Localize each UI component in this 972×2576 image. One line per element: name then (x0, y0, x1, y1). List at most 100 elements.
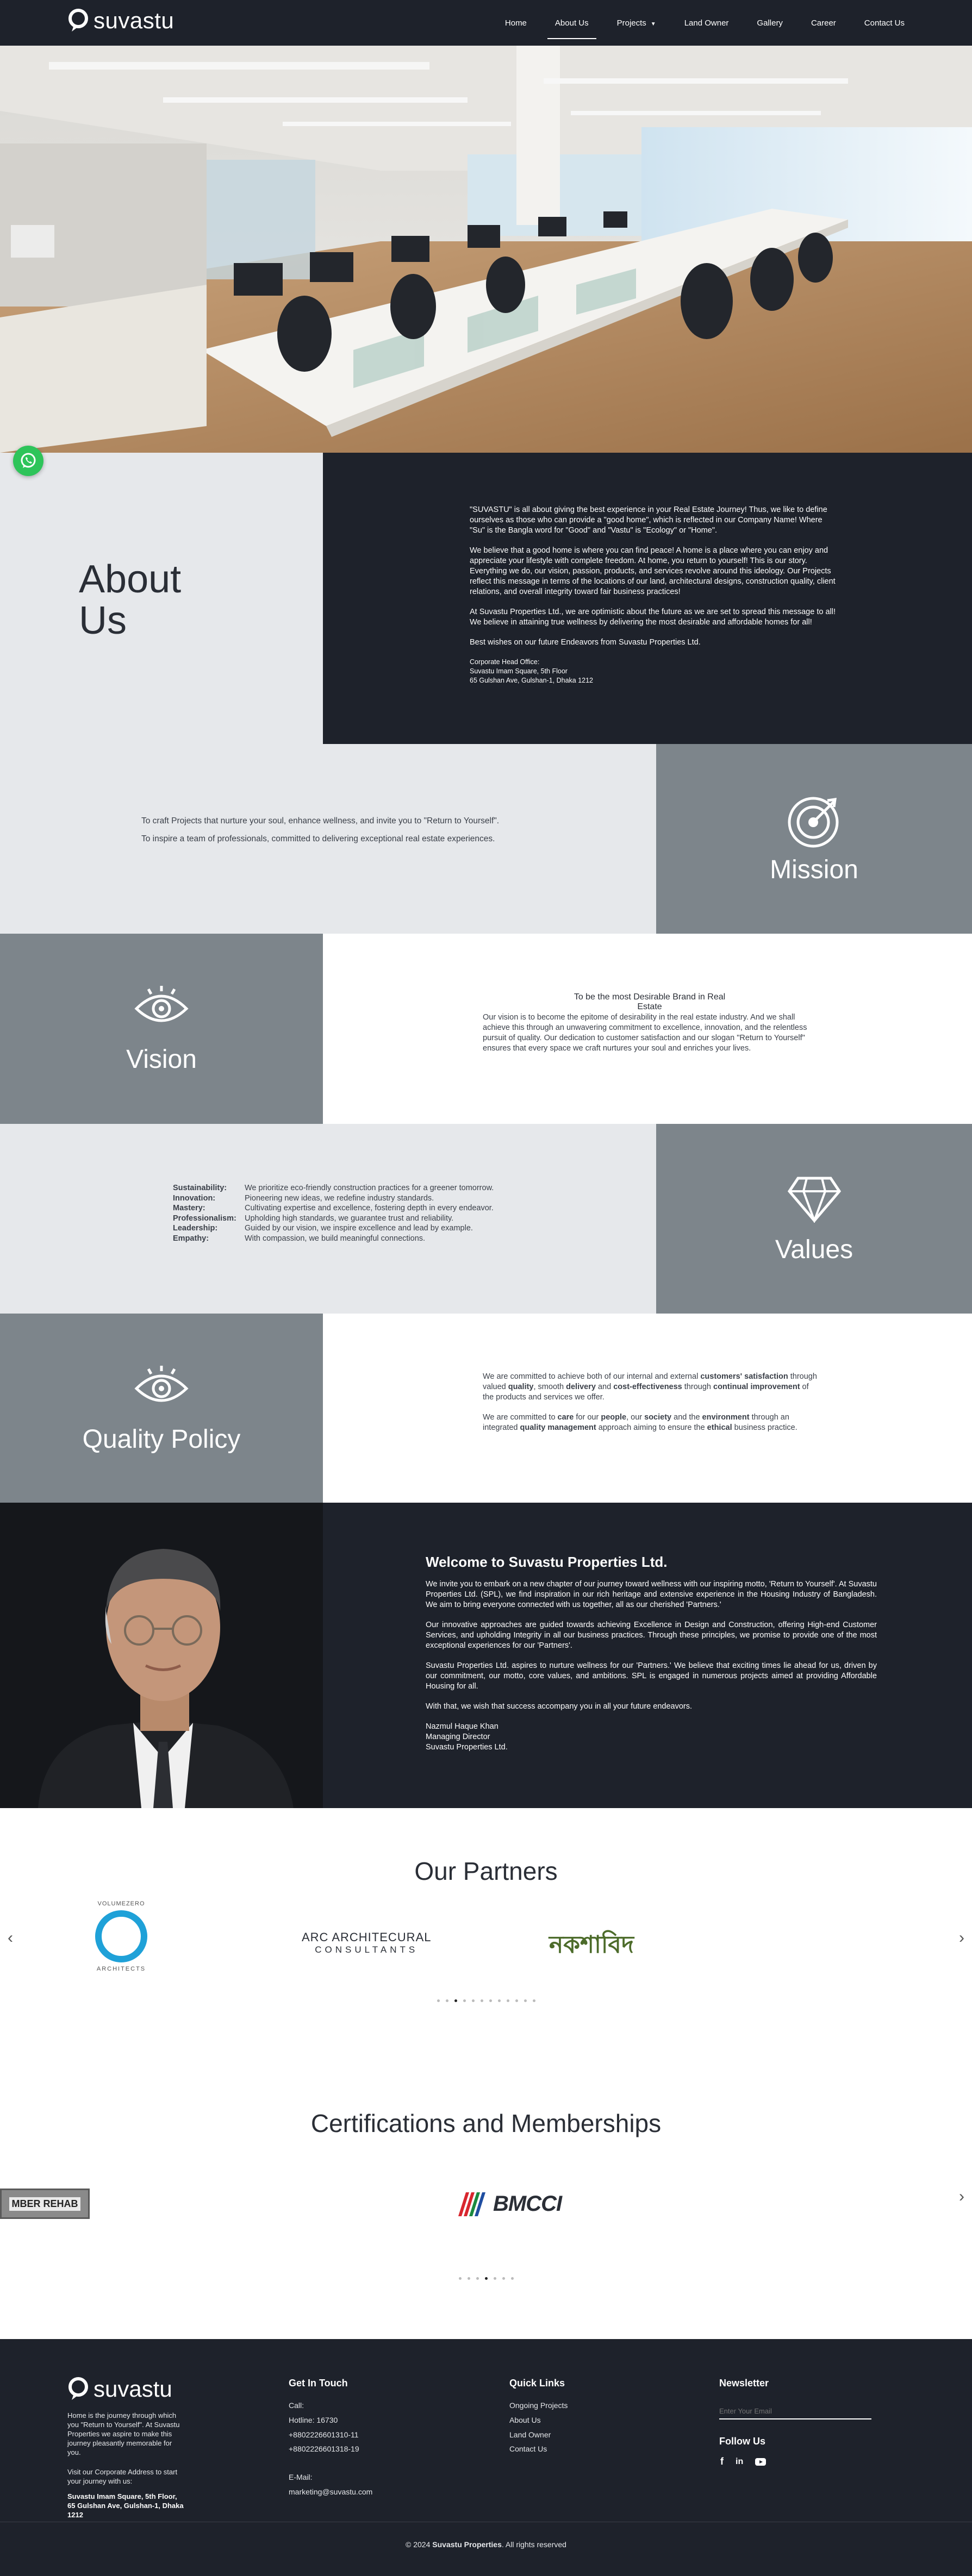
pagination-dot[interactable] (506, 1999, 509, 2002)
nav-about-us[interactable]: About Us (547, 18, 596, 39)
quality-paragraph-2: We are committed to care for our people,… (483, 1413, 797, 1432)
pagination-dot[interactable] (489, 1999, 492, 2002)
nav-projects[interactable]: Projects ▼ (617, 18, 656, 28)
vision-heading: To be the most Desirable Brand in Real E… (574, 992, 726, 1011)
certifications-title: Certifications and Memberships (310, 2109, 662, 2137)
partner-logo-nokshabid[interactable]: নকশাবিদ (549, 1927, 634, 1966)
pagination-dot[interactable] (497, 1999, 501, 2002)
footer-visit-text: Visit our Corporate Address to start you… (67, 2468, 178, 2485)
office-line-2: 65 Gulshan Ave, Gulshan-1, Dhaka 1212 (470, 677, 594, 684)
value-desc: We prioritize eco-friendly construction … (245, 1184, 494, 1192)
quick-link-contact-us[interactable]: Contact Us (509, 2444, 547, 2453)
pagination-dot[interactable] (476, 2277, 479, 2280)
pagination-dot[interactable] (463, 1999, 466, 2002)
welcome-paragraph-1: We invite you to embark on a new chapter… (426, 1580, 877, 1609)
value-item: Mastery: Cultivating expertise and excell… (173, 1203, 494, 1214)
youtube-icon[interactable] (755, 2458, 767, 2466)
values-title-panel: Values (656, 1124, 972, 1314)
whatsapp-button[interactable] (13, 446, 43, 476)
value-desc: Guided by our vision, we inspire excelle… (245, 1224, 473, 1233)
about-title-line1: About (79, 558, 182, 601)
vision-title-panel: Vision (0, 934, 323, 1124)
quick-link-land-owner[interactable]: Land Owner (509, 2430, 551, 2439)
nav-contact-us[interactable]: Contact Us (864, 18, 905, 28)
values-section: Sustainability: We prioritize eco-friendl… (0, 1124, 972, 1314)
hero-office-image (0, 46, 972, 453)
about-paragraph-1: "SUVASTU" is all about giving the best e… (470, 505, 827, 535)
hotline-link[interactable]: Hotline: 16730 (289, 2416, 338, 2424)
office-illustration (0, 46, 972, 453)
value-name: Sustainability: (173, 1184, 227, 1192)
quick-link-about-us[interactable]: About Us (509, 2416, 541, 2424)
signature-title: Managing Director (426, 1733, 490, 1741)
about-text: "SUVASTU" is all about giving the best e… (470, 505, 839, 685)
signature-company: Suvastu Properties Ltd. (426, 1743, 508, 1752)
about-section: About Us "SUVASTU" is all about giving t… (0, 453, 972, 744)
pagination-dot[interactable] (437, 1999, 440, 2002)
value-name: Mastery: (173, 1204, 205, 1212)
vision-section: Vision To be the most Desirable Brand in… (0, 934, 972, 1124)
cert-logo-rehab[interactable]: MBER REHAB (0, 2189, 90, 2219)
quick-links-heading: Quick Links (509, 2378, 565, 2389)
mission-text: To craft Projects that nurture your soul… (141, 816, 631, 844)
pagination-dot[interactable] (524, 1999, 527, 2002)
copyright: © 2024 Suvastu Properties. All rights re… (406, 2540, 566, 2549)
newsletter-email-input[interactable] (719, 2403, 871, 2419)
target-icon (788, 797, 838, 848)
footer-tagline: Home is the journey through which you "R… (67, 2411, 180, 2456)
value-item: Leadership: Guided by our vision, we insp… (173, 1223, 494, 1234)
vision-text-panel: To be the most Desirable Brand in Real E… (323, 934, 972, 1124)
vision-text: Our vision is to become the epitome of d… (483, 1013, 807, 1053)
welcome-section: Welcome to Suvastu Properties Ltd. We in… (0, 1503, 972, 1808)
pagination-dot[interactable] (445, 1999, 448, 2002)
value-name: Professionalism: (173, 1214, 236, 1223)
phone-link-1[interactable]: +8802226601310-11 (289, 2430, 359, 2439)
partner-logo-arc[interactable]: ARC ARCHITECURAL CONSULTANTS (302, 1930, 431, 1955)
brand-logo[interactable]: suvastu (67, 9, 174, 33)
phone-link-2[interactable]: +8802226601318-19 (289, 2444, 359, 2453)
about-paragraph-4: Best wishes on our future Endeavors from… (470, 638, 701, 647)
pagination-dot[interactable] (471, 1999, 475, 2002)
footer-logo[interactable]: suvastu (67, 2377, 172, 2401)
email-link[interactable]: marketing@suvastu.com (289, 2487, 372, 2496)
facebook-icon[interactable]: f (720, 2456, 724, 2467)
mission-title-panel: Mission (656, 744, 972, 934)
pagination-dot[interactable] (510, 2277, 514, 2280)
site-header: suvastu Home About Us Projects ▼ Land Own… (0, 0, 972, 46)
office-line-1: Suvastu Imam Square, 5th Floor (470, 667, 568, 675)
quality-title: Quality Policy (82, 1425, 241, 1454)
about-paragraph-2: We believe that a good home is where you… (470, 546, 836, 596)
pagination-dot[interactable] (454, 1999, 457, 2002)
brand-mark-icon (68, 9, 88, 32)
portrait-illustration (0, 1503, 323, 1808)
nav-gallery[interactable]: Gallery (757, 18, 783, 28)
partners-next-arrow[interactable]: › (959, 1929, 964, 1947)
pagination-dot[interactable] (493, 2277, 496, 2280)
pagination-dot[interactable] (484, 2277, 488, 2280)
pagination-dot[interactable] (458, 2277, 462, 2280)
signature-name: Nazmul Haque Khan (426, 1722, 499, 1731)
pagination-dot[interactable] (467, 2277, 470, 2280)
quick-link-ongoing-projects[interactable]: Ongoing Projects (509, 2401, 568, 2410)
follow-heading: Follow Us (719, 2436, 765, 2447)
value-desc: With compassion, we build meaningful con… (245, 1234, 426, 1243)
value-item: Innovation: Pioneering new ideas, we rede… (173, 1193, 494, 1204)
cert-logo-bmcci[interactable]: BMCCI (458, 2192, 562, 2216)
partner-logo-volumezero[interactable]: VOLUMEZERO ARCHITECTS (86, 1900, 157, 1972)
linkedin-icon[interactable]: in (736, 2457, 743, 2467)
nav-career[interactable]: Career (811, 18, 836, 28)
values-title: Values (775, 1235, 853, 1264)
value-item: Empathy: With compassion, we build meanin… (173, 1234, 494, 1244)
partners-prev-arrow[interactable]: ‹ (8, 1929, 13, 1947)
pagination-dot[interactable] (502, 2277, 505, 2280)
nav-home[interactable]: Home (505, 18, 527, 28)
pagination-dot[interactable] (480, 1999, 483, 2002)
pagination-dot[interactable] (532, 1999, 535, 2002)
quality-text-panel: We are committed to achieve both of our … (323, 1314, 972, 1503)
pagination-dot[interactable] (515, 1999, 518, 2002)
certs-next-arrow[interactable]: › (959, 2187, 964, 2206)
nav-land-owner[interactable]: Land Owner (684, 18, 729, 28)
mission-text-panel: To craft Projects that nurture your soul… (0, 744, 656, 934)
mission-line-1: To craft Projects that nurture your soul… (141, 816, 500, 826)
value-item: Professionalism: Upholding high standards… (173, 1214, 494, 1224)
